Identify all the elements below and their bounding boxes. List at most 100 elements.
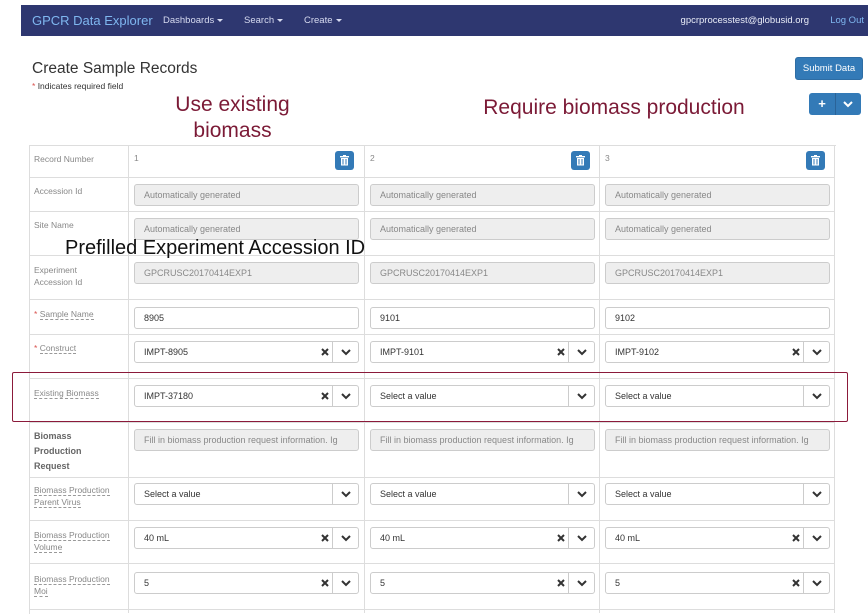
- chevron-down-icon: [577, 580, 587, 587]
- dropdown-toggle[interactable]: [803, 484, 830, 504]
- volume-select-value: 40 mL: [380, 533, 406, 543]
- moi-select-value: 5: [380, 578, 386, 588]
- clear-button[interactable]: [556, 578, 566, 588]
- clear-x-icon[interactable]: [320, 578, 330, 588]
- moi-select[interactable]: 5: [134, 572, 359, 594]
- dropdown-toggle[interactable]: [568, 573, 595, 593]
- logout-link[interactable]: Log Out: [830, 15, 864, 26]
- chevron-down-icon: [812, 580, 822, 587]
- record-number: 2: [370, 153, 375, 163]
- construct-select[interactable]: IMPT-9101: [370, 341, 595, 363]
- chevron-down-icon: [812, 491, 822, 498]
- accession-id-field: Automatically generated: [134, 184, 359, 206]
- dropdown-toggle[interactable]: [332, 573, 359, 593]
- volume-select[interactable]: 40 mL: [134, 527, 359, 549]
- clear-x-icon[interactable]: [320, 533, 330, 543]
- dropdown-toggle[interactable]: [332, 484, 359, 504]
- label-biomass-production-parent-virus: Biomass Production Parent Virus: [34, 484, 122, 508]
- clear-x-icon[interactable]: [556, 347, 566, 357]
- label-biomass-production-volume: Biomass Production Volume: [34, 529, 122, 553]
- required-star: *: [34, 309, 38, 319]
- trash-icon: [576, 155, 585, 166]
- dropdown-toggle[interactable]: [568, 484, 595, 504]
- accession-id-field: Automatically generated: [370, 184, 595, 206]
- clear-button[interactable]: [320, 578, 330, 588]
- dropdown-toggle[interactable]: [803, 528, 830, 548]
- add-record-dropdown-button[interactable]: [835, 93, 861, 115]
- chevron-down-icon: [812, 349, 822, 356]
- moi-select-value: 5: [615, 578, 621, 588]
- delete-record-button[interactable]: [571, 151, 590, 170]
- parent-virus-select-value: Select a value: [380, 489, 437, 499]
- label-biomass-production-moi: Biomass Production Moi: [34, 573, 122, 597]
- clear-button[interactable]: [320, 533, 330, 543]
- dropdown-toggle[interactable]: [803, 573, 830, 593]
- chevron-down-icon: [341, 535, 351, 542]
- label-record-number: Record Number: [34, 154, 94, 164]
- clear-button[interactable]: [556, 533, 566, 543]
- row-divider: [29, 334, 835, 335]
- moi-select[interactable]: 5: [605, 572, 830, 594]
- clear-x-icon[interactable]: [556, 533, 566, 543]
- clear-x-icon[interactable]: [320, 347, 330, 357]
- required-note: * Indicates required field: [32, 81, 123, 91]
- volume-select[interactable]: 40 mL: [605, 527, 830, 549]
- biomass-production-request-field: Fill in biomass production request infor…: [134, 429, 359, 451]
- experiment-accession-id-field: GPCRUSC20170414EXP1: [134, 262, 359, 284]
- clear-x-icon[interactable]: [556, 578, 566, 588]
- row-divider: [29, 520, 835, 521]
- dropdown-toggle[interactable]: [332, 528, 359, 548]
- menu-search-label: Search: [244, 15, 275, 26]
- existing-biomass-highlight-box: [12, 372, 848, 422]
- dropdown-toggle[interactable]: [568, 342, 595, 362]
- row-divider: [29, 211, 835, 212]
- delete-record-button[interactable]: [806, 151, 825, 170]
- user-email[interactable]: gpcrprocesstest@globusid.org: [681, 15, 809, 26]
- clear-button[interactable]: [791, 533, 801, 543]
- clear-button[interactable]: [791, 578, 801, 588]
- clear-x-icon[interactable]: [791, 578, 801, 588]
- add-record-button[interactable]: +: [809, 93, 836, 115]
- caret-down-icon: [335, 18, 342, 22]
- construct-select[interactable]: IMPT-9102: [605, 341, 830, 363]
- menu-dashboards[interactable]: Dashboards: [163, 15, 224, 26]
- volume-select[interactable]: 40 mL: [370, 527, 595, 549]
- top-navbar: GPCR Data Explorer Dashboards Search Cre…: [21, 5, 868, 36]
- row-divider: [29, 609, 835, 610]
- experiment-accession-id-field: GPCRUSC20170414EXP1: [605, 262, 830, 284]
- chevron-down-icon: [843, 101, 853, 108]
- add-record-button-group[interactable]: +: [809, 93, 861, 115]
- clear-x-icon[interactable]: [791, 347, 801, 357]
- moi-select[interactable]: 5: [370, 572, 595, 594]
- dropdown-toggle[interactable]: [568, 528, 595, 548]
- dropdown-toggle[interactable]: [332, 342, 359, 362]
- chevron-down-icon: [341, 349, 351, 356]
- menu-search[interactable]: Search: [244, 15, 284, 26]
- label-moi-text: Biomass Production Moi: [34, 574, 110, 597]
- sample-name-input[interactable]: 9101: [370, 307, 595, 329]
- parent-virus-select[interactable]: Select a value: [370, 483, 595, 505]
- clear-button[interactable]: [320, 347, 330, 357]
- sample-name-input[interactable]: 9102: [605, 307, 830, 329]
- submit-data-button[interactable]: Submit Data: [795, 57, 863, 80]
- caret-down-icon: [277, 18, 284, 22]
- experiment-accession-id-field: GPCRUSC20170414EXP1: [370, 262, 595, 284]
- clear-button[interactable]: [556, 347, 566, 357]
- parent-virus-select[interactable]: Select a value: [605, 483, 830, 505]
- chevron-down-icon: [577, 349, 587, 356]
- menu-create[interactable]: Create: [304, 15, 342, 26]
- dropdown-toggle[interactable]: [803, 342, 830, 362]
- volume-select-value: 40 mL: [615, 533, 641, 543]
- row-divider: [29, 177, 835, 178]
- clear-x-icon[interactable]: [791, 533, 801, 543]
- brand-link[interactable]: GPCR Data Explorer: [32, 13, 153, 28]
- parent-virus-select[interactable]: Select a value: [134, 483, 359, 505]
- construct-select[interactable]: IMPT-8905: [134, 341, 359, 363]
- delete-record-button[interactable]: [335, 151, 354, 170]
- sample-name-input[interactable]: 8905: [134, 307, 359, 329]
- biomass-production-request-field: Fill in biomass production request infor…: [370, 429, 595, 451]
- clear-button[interactable]: [791, 347, 801, 357]
- row-divider: [29, 299, 835, 300]
- chevron-down-icon: [341, 580, 351, 587]
- label-biomass-production-request: Biomass Production Request: [34, 431, 82, 471]
